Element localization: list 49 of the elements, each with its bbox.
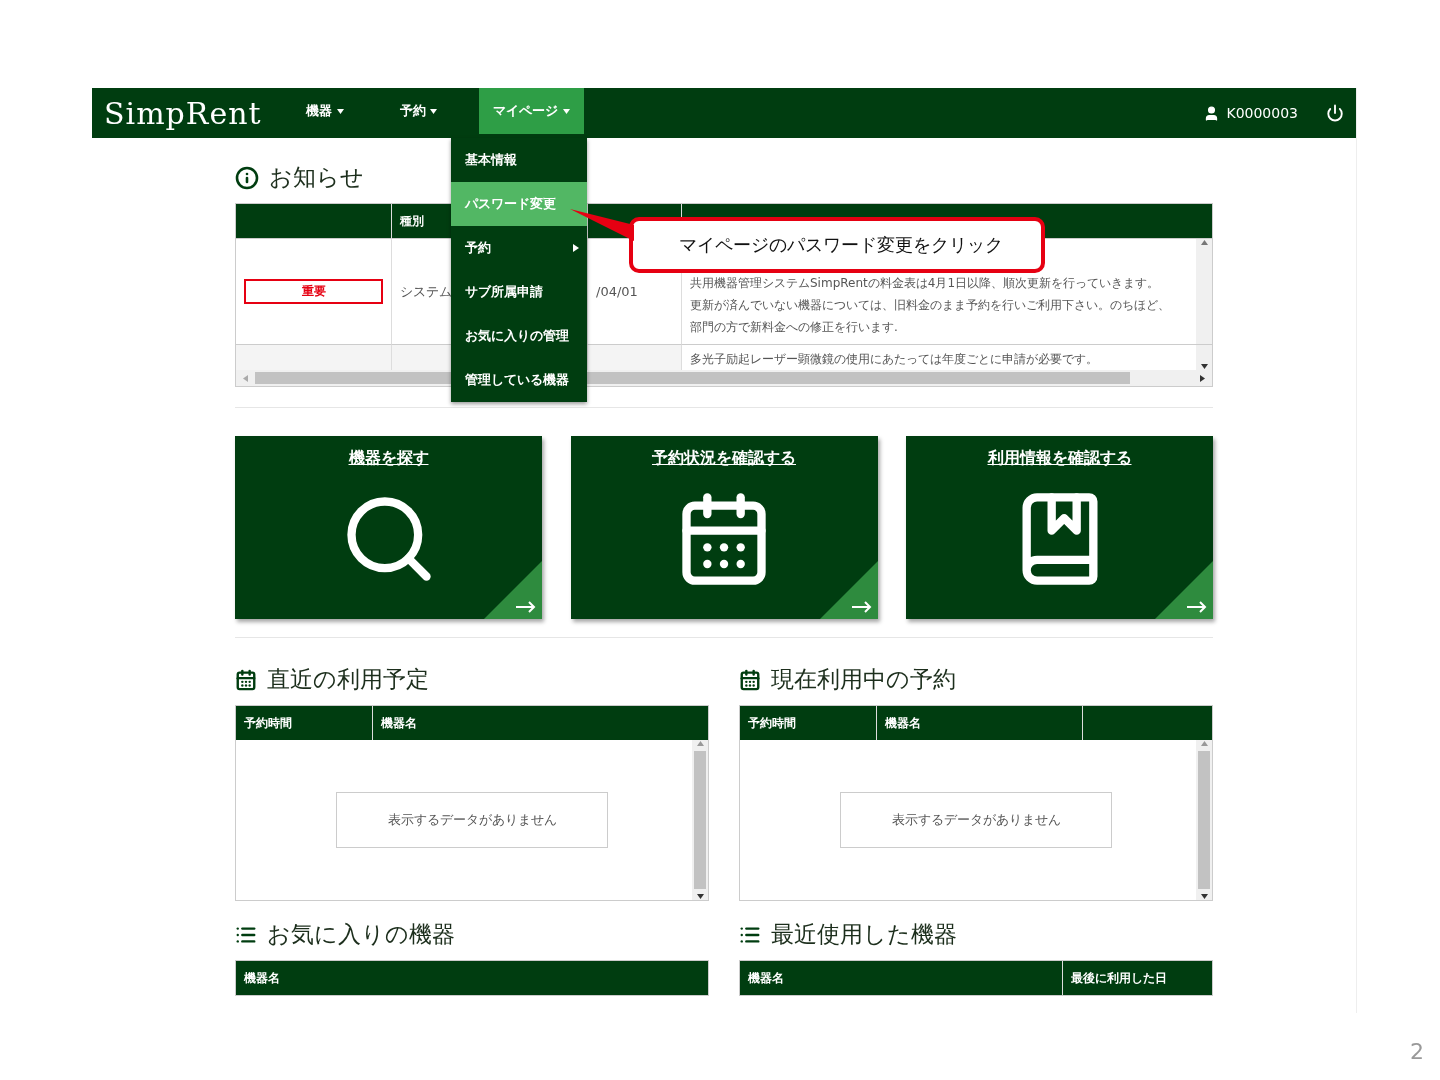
calendar-icon <box>739 668 761 691</box>
importance-badge: 重要 <box>244 279 383 304</box>
scrollbar-thumb[interactable] <box>694 751 706 889</box>
column-header: 機器名 <box>372 706 708 740</box>
section-title: お気に入りの機器 <box>267 920 455 949</box>
shortcut-tile[interactable]: 予約状況を確認する <box>570 436 878 619</box>
header-cell <box>1196 204 1212 238</box>
column-header: 最後に利用した日 <box>1062 961 1212 995</box>
user-id[interactable]: K0000003 <box>1226 105 1298 121</box>
menu-item[interactable]: 基本情報 <box>451 138 587 182</box>
info-icon <box>235 165 259 190</box>
column-header: 機器名 <box>236 961 708 995</box>
calendar-icon <box>235 668 257 691</box>
column-header: 予約時間 <box>740 706 876 740</box>
caret-icon <box>562 108 570 115</box>
nav-menu[interactable]: 予約 <box>385 88 452 134</box>
logo[interactable]: SimpRent <box>104 95 292 131</box>
column-header: 機器名 <box>740 961 1062 995</box>
arrow-corner-icon <box>484 561 542 619</box>
menu-item[interactable]: 管理している機器 <box>451 358 587 402</box>
column-header: 予約時間 <box>236 706 372 740</box>
section-title: 現在利用中の予約 <box>771 665 956 694</box>
arrow-corner-icon <box>1155 561 1213 619</box>
menu-item[interactable]: サブ所属申請 <box>451 270 587 314</box>
arrow-corner-icon <box>819 561 878 619</box>
scroll-left-icon <box>242 374 249 382</box>
notice-text: 共用機器管理システムSimpRentの料金表は4月1日以降、順次更新を行っていきます。 <box>690 275 1161 292</box>
shortcut-tile[interactable]: 機器を探す <box>235 436 542 619</box>
notice-text: 多光子励起レーザー顕微鏡の使用にあたっては年度ごとに申請が必要です。 <box>690 351 1098 368</box>
page-number: 2 <box>1410 1039 1424 1064</box>
scroll-down-icon <box>696 893 704 900</box>
shortcut-tile[interactable]: 利用情報を確認する <box>906 436 1213 619</box>
caret-icon <box>430 108 438 115</box>
submenu-caret-icon <box>573 244 579 252</box>
notice-text: 部門の方で新料金への修正を行います. <box>690 319 899 336</box>
scroll-down-icon <box>1200 893 1208 900</box>
empty-message: 表示するデータがありません <box>336 792 608 848</box>
section-title: お知らせ <box>269 163 364 192</box>
empty-message: 表示するデータがありません <box>840 792 1112 848</box>
nav-menu[interactable]: 機器 <box>292 88 358 134</box>
callout: マイページのパスワード変更をクリック <box>629 217 1045 273</box>
scroll-right-icon <box>1199 374 1206 382</box>
power-icon[interactable] <box>1326 104 1344 122</box>
scrollbar-thumb[interactable] <box>1198 751 1210 889</box>
notice-text: 更新が済んでいない機器については、旧料金のまま予約を行いご利用下さい。のちほど、 <box>690 297 1170 314</box>
caret-icon <box>336 108 344 115</box>
section-title: 最近使用した機器 <box>771 920 957 949</box>
section-title: 直近の利用予定 <box>267 665 429 694</box>
column-header: 機器名 <box>876 706 1082 740</box>
